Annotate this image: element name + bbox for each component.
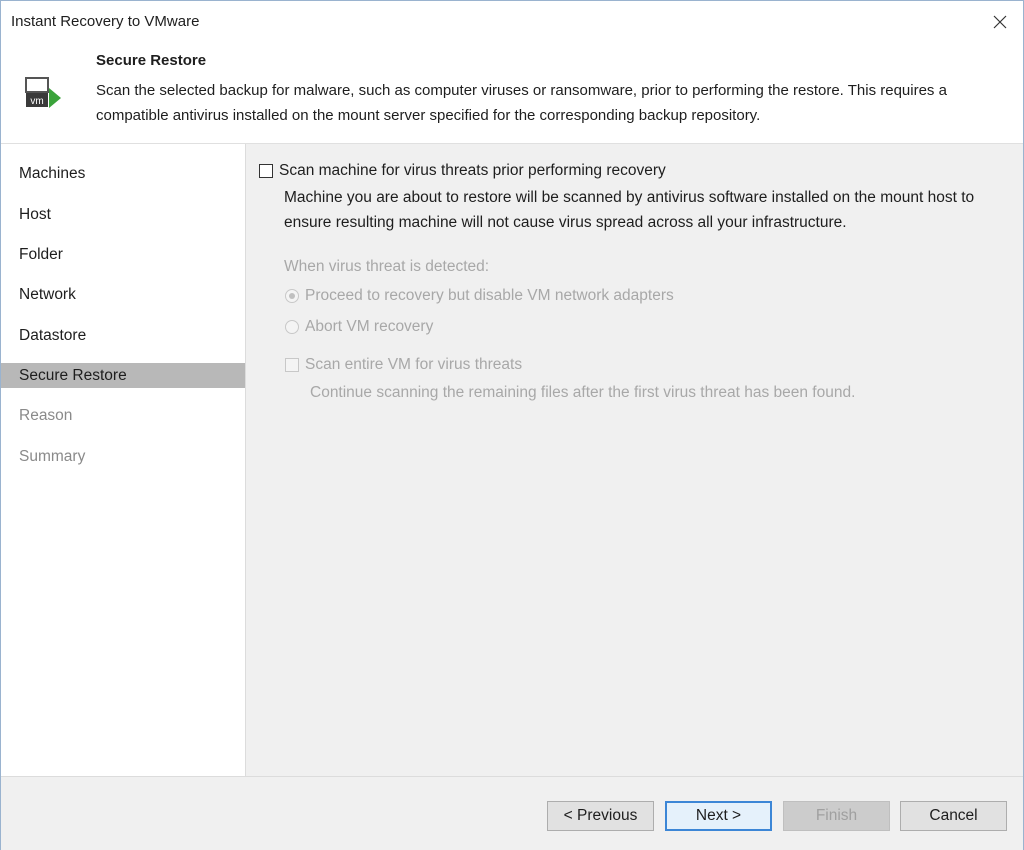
sidebar-item-label: Machines <box>19 165 86 182</box>
scan-machine-label[interactable]: Scan machine for virus threats prior per… <box>279 162 666 180</box>
sidebar-item-label: Summary <box>19 448 86 465</box>
sidebar-item-network[interactable]: Network <box>1 282 245 307</box>
sidebar-item-label: Host <box>19 206 51 223</box>
wizard-header: vm Secure Restore Scan the selected back… <box>1 43 1023 144</box>
proceed-radio[interactable] <box>285 289 299 303</box>
sidebar-item-machines[interactable]: Machines <box>1 161 245 186</box>
sidebar-item-secure-restore[interactable]: Secure Restore <box>1 363 245 388</box>
scan-entire-vm-description: Continue scanning the remaining files af… <box>310 384 856 401</box>
svg-text:vm: vm <box>30 96 43 107</box>
title-bar: Instant Recovery to VMware <box>1 1 1023 43</box>
sidebar-item-label: Reason <box>19 407 73 424</box>
sidebar-item-host[interactable]: Host <box>1 202 245 227</box>
close-icon[interactable] <box>987 9 1013 35</box>
wizard-steps-sidebar: Machines Host Folder Network Datastore S… <box>1 144 246 776</box>
header-title: Secure Restore <box>96 52 207 69</box>
next-button[interactable]: Next > <box>665 801 772 831</box>
sidebar-item-datastore[interactable]: Datastore <box>1 323 245 348</box>
scan-machine-checkbox[interactable] <box>259 164 273 178</box>
previous-button[interactable]: < Previous <box>547 801 654 831</box>
threat-group-label: When virus threat is detected: <box>284 258 490 275</box>
sidebar-item-summary: Summary <box>1 444 245 469</box>
sidebar-item-label: Datastore <box>19 327 87 344</box>
sidebar-item-label: Folder <box>19 246 63 263</box>
proceed-radio-label[interactable]: Proceed to recovery but disable VM netwo… <box>305 287 674 305</box>
sidebar-item-reason: Reason <box>1 403 245 428</box>
abort-radio-label[interactable]: Abort VM recovery <box>305 318 433 336</box>
scan-entire-vm-label[interactable]: Scan entire VM for virus threats <box>305 356 522 374</box>
radio-selected-dot <box>289 293 295 299</box>
header-description: Scan the selected backup for malware, su… <box>96 82 947 124</box>
finish-button: Finish <box>783 801 890 831</box>
abort-radio[interactable] <box>285 320 299 334</box>
dialog-window: Instant Recovery to VMware vm Secure Res… <box>0 0 1024 850</box>
sidebar-item-label: Secure Restore <box>19 367 127 384</box>
scan-entire-vm-checkbox[interactable] <box>285 358 299 372</box>
scan-description-line2: ensure resulting machine will not cause … <box>284 214 847 231</box>
scan-description-line1: Machine you are about to restore will be… <box>284 189 975 206</box>
window-title: Instant Recovery to VMware <box>11 13 200 30</box>
cancel-button[interactable]: Cancel <box>900 801 1007 831</box>
sidebar-item-folder[interactable]: Folder <box>1 242 245 267</box>
wizard-footer: < Previous Next > Finish Cancel <box>1 776 1023 850</box>
sidebar-item-label: Network <box>19 286 76 303</box>
secure-restore-panel: Scan machine for virus threats prior per… <box>246 144 1023 776</box>
vm-arrow-icon: vm <box>23 75 65 117</box>
